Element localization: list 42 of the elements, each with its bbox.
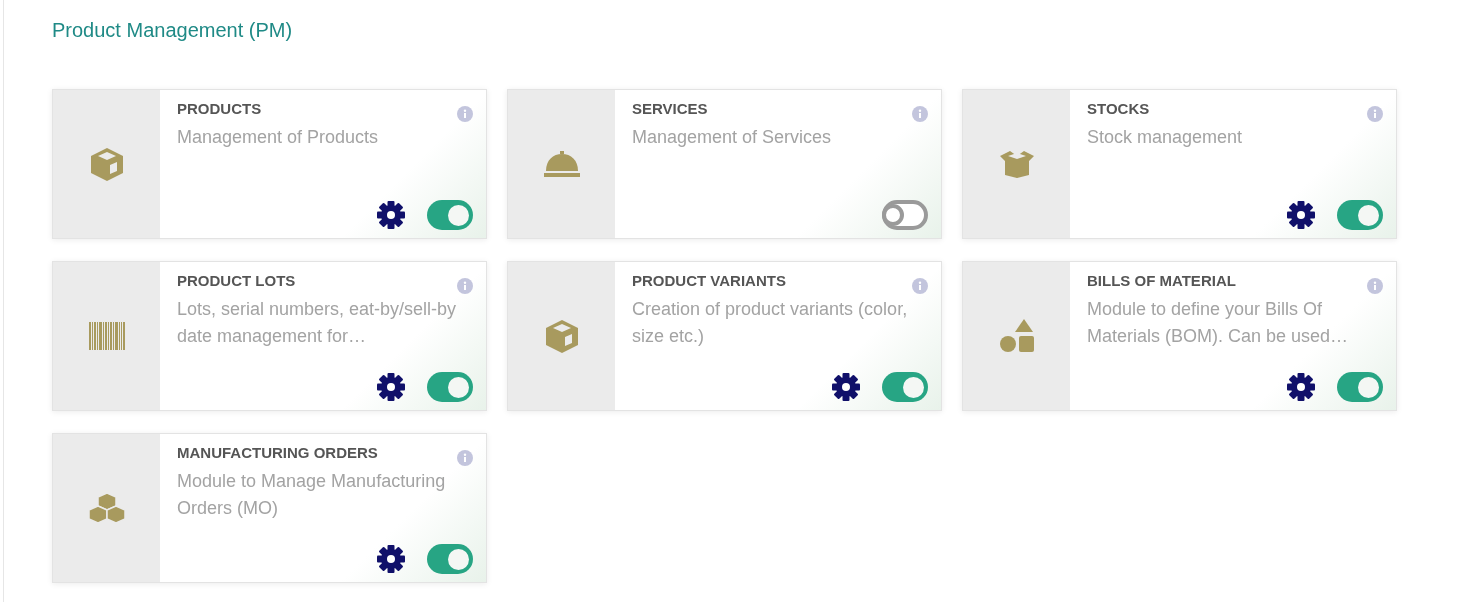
module-description: Creation of product variants (color, size etc.) xyxy=(632,298,909,348)
module-title: MANUFACTURING ORDERS xyxy=(177,443,378,463)
cube-icon xyxy=(543,318,580,354)
info-icon[interactable] xyxy=(457,106,473,122)
info-icon[interactable] xyxy=(912,106,928,122)
settings-icon[interactable] xyxy=(377,373,405,401)
open-box-icon xyxy=(999,150,1034,178)
barcode-icon xyxy=(88,322,125,350)
module-description: Management of Products xyxy=(177,126,380,149)
module-title: SERVICES xyxy=(632,99,708,119)
info-icon[interactable] xyxy=(457,278,473,294)
toggle-switch[interactable] xyxy=(882,372,928,402)
info-icon[interactable] xyxy=(1367,278,1383,294)
settings-icon[interactable] xyxy=(377,545,405,573)
module-title: STOCKS xyxy=(1087,99,1150,119)
settings-icon[interactable] xyxy=(377,201,405,229)
toggle-switch[interactable] xyxy=(427,544,473,574)
shapes-icon xyxy=(998,318,1035,354)
module-description: Stock management xyxy=(1087,126,1244,149)
module-description: Module to Manage Manufacturing Orders (MO) xyxy=(177,470,447,520)
toggle-switch[interactable] xyxy=(427,200,473,230)
bell-icon xyxy=(543,150,580,178)
cube-icon xyxy=(88,146,125,182)
module-title: PRODUCT LOTS xyxy=(177,271,296,291)
module-description: Lots, serial numbers, eat-by/sell-by date management for… xyxy=(177,298,458,348)
toggle-switch[interactable] xyxy=(882,200,928,230)
module-title: PRODUCTS xyxy=(177,99,262,119)
info-icon[interactable] xyxy=(1367,106,1383,122)
settings-icon[interactable] xyxy=(1287,201,1315,229)
module-description: Management of Services xyxy=(632,126,833,149)
settings-icon[interactable] xyxy=(832,373,860,401)
info-icon[interactable] xyxy=(912,278,928,294)
module-title: BILLS OF MATERIAL xyxy=(1087,271,1236,291)
settings-icon[interactable] xyxy=(1287,373,1315,401)
toggle-switch[interactable] xyxy=(427,372,473,402)
section-heading: Product Management (PM) xyxy=(52,18,293,43)
toggle-switch[interactable] xyxy=(1337,372,1383,402)
module-title: PRODUCT VARIANTS xyxy=(632,271,786,291)
module-description: Module to define your Bills Of Materials (BOM). Can be used… xyxy=(1087,298,1350,348)
info-icon[interactable] xyxy=(457,450,473,466)
cubes-icon xyxy=(88,492,125,524)
toggle-switch[interactable] xyxy=(1337,200,1383,230)
